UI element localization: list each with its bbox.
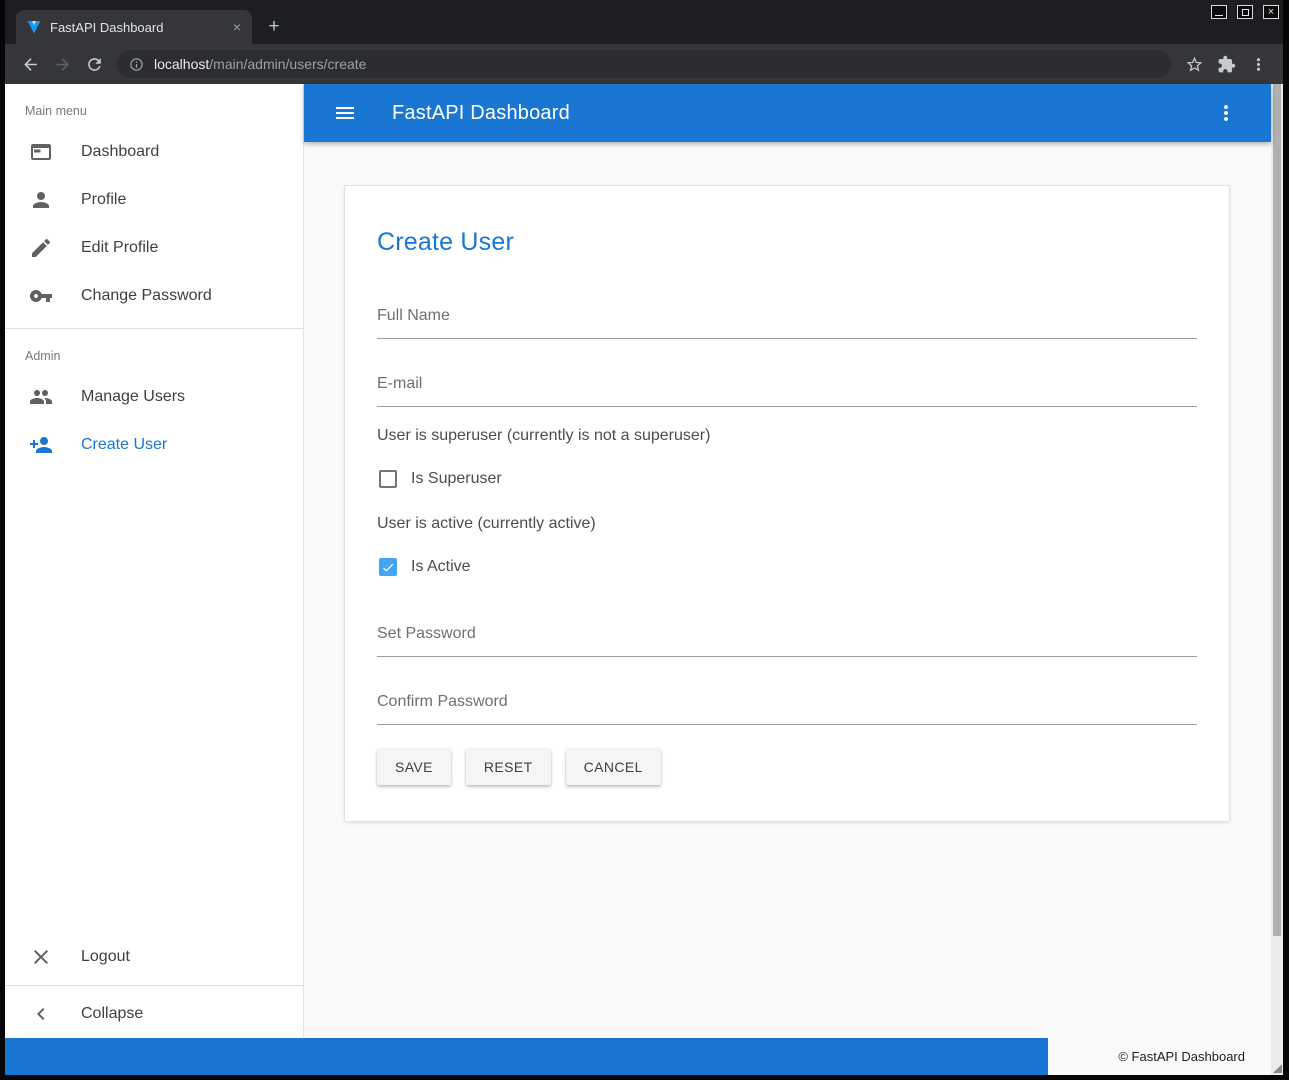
sidebar-item-change-password[interactable]: Change Password [5, 272, 303, 320]
url-path: /main/admin/users/create [209, 56, 366, 72]
minimize-icon [1215, 15, 1223, 16]
chevron-left-icon [29, 1002, 53, 1026]
url-text: localhost/main/admin/users/create [154, 56, 366, 72]
main-area: FastAPI Dashboard Create User User is su… [304, 84, 1271, 1038]
tab-strip: FastAPI Dashboard × + × [5, 0, 1283, 44]
scrollbar-thumb[interactable] [1273, 84, 1281, 936]
forward-button[interactable] [47, 49, 77, 79]
vuetify-logo-icon [26, 19, 42, 35]
sidebar-section-admin: Admin [5, 337, 303, 373]
person-icon [29, 188, 53, 212]
reload-button[interactable] [79, 49, 109, 79]
superuser-hint: User is superuser (currently is not a su… [377, 427, 1197, 445]
confirm-password-input[interactable] [377, 691, 1197, 725]
tab-close-icon[interactable]: × [228, 18, 246, 36]
resize-grip-icon [1273, 1064, 1282, 1073]
is-superuser-checkbox[interactable]: Is Superuser [377, 467, 1197, 491]
app-bar: FastAPI Dashboard [304, 84, 1271, 142]
page-content: Create User User is superuser (currently… [304, 142, 1271, 1038]
pencil-icon [29, 236, 53, 260]
people-icon [29, 385, 53, 409]
page-viewport: Main menu Dashboard Profile [5, 84, 1283, 1075]
sidebar-spacer [5, 469, 303, 933]
full-name-input[interactable] [377, 305, 1197, 339]
sidebar-item-logout[interactable]: Logout [5, 933, 303, 981]
set-password-input[interactable] [377, 623, 1197, 657]
new-tab-button[interactable]: + [260, 13, 288, 41]
tab-title: FastAPI Dashboard [50, 20, 220, 35]
minimize-button[interactable] [1211, 5, 1227, 19]
person-add-icon [29, 433, 53, 457]
address-bar[interactable]: localhost/main/admin/users/create [117, 50, 1171, 78]
close-button[interactable]: × [1263, 5, 1279, 19]
active-hint: User is active (currently active) [377, 515, 1197, 533]
maximize-button[interactable] [1237, 5, 1253, 19]
page-info-icon [129, 57, 144, 72]
create-user-card: Create User User is superuser (currently… [344, 185, 1230, 822]
browser-window: FastAPI Dashboard × + × localhost/main/a… [0, 0, 1289, 1080]
copyright-text: © FastAPI Dashboard [1048, 1038, 1271, 1075]
cancel-button[interactable]: CANCEL [566, 749, 661, 785]
page-title: Create User [377, 228, 1197, 257]
is-active-checkbox[interactable]: Is Active [377, 555, 1197, 579]
sidebar-item-create-user[interactable]: Create User [5, 421, 303, 469]
sidebar-section-main-menu: Main menu [5, 84, 303, 128]
hamburger-menu-icon[interactable] [330, 98, 360, 128]
bookmark-star-icon[interactable] [1179, 49, 1209, 79]
appbar-menu-dots-icon[interactable] [1211, 98, 1241, 128]
sidebar-item-profile[interactable]: Profile [5, 176, 303, 224]
extension-icon[interactable] [1211, 49, 1241, 79]
email-input[interactable] [377, 373, 1197, 407]
save-button[interactable]: SAVE [377, 749, 451, 785]
scrollbar[interactable] [1271, 84, 1283, 1075]
sidebar-divider [5, 985, 303, 986]
browser-menu-icon[interactable] [1243, 49, 1273, 79]
close-icon [29, 945, 53, 969]
sidebar-item-manage-users[interactable]: Manage Users [5, 373, 303, 421]
maximize-icon [1242, 9, 1249, 16]
url-host: localhost [154, 56, 209, 72]
sidebar-item-collapse[interactable]: Collapse [5, 990, 303, 1038]
reset-button[interactable]: RESET [466, 749, 551, 785]
checkbox-checked-icon [379, 558, 397, 576]
sidebar-item-edit-profile[interactable]: Edit Profile [5, 224, 303, 272]
page-footer: © FastAPI Dashboard [5, 1038, 1271, 1075]
dashboard-icon [29, 140, 53, 164]
appbar-title: FastAPI Dashboard [392, 102, 570, 125]
sidebar-divider [5, 328, 303, 329]
window-controls: × [1211, 5, 1279, 19]
back-button[interactable] [15, 49, 45, 79]
checkbox-unchecked-icon [379, 470, 397, 488]
browser-toolbar: localhost/main/admin/users/create [5, 44, 1283, 84]
key-icon [29, 284, 53, 308]
browser-tab[interactable]: FastAPI Dashboard × [16, 10, 252, 44]
sidebar-item-dashboard[interactable]: Dashboard [5, 128, 303, 176]
form-actions: SAVE RESET CANCEL [377, 749, 1197, 785]
sidebar: Main menu Dashboard Profile [5, 84, 304, 1038]
